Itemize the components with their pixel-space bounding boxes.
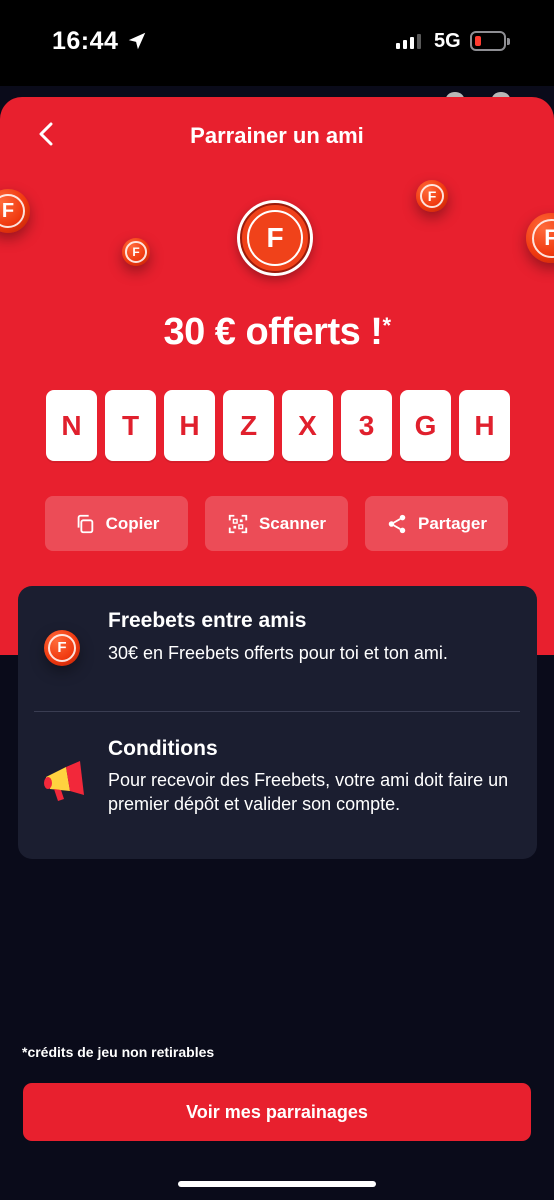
code-character: Z xyxy=(223,390,274,461)
freebets-logo: F xyxy=(237,200,313,276)
decorative-coin-icon: F xyxy=(526,213,554,263)
code-character: T xyxy=(105,390,156,461)
offer-headline: 30 € offerts !* xyxy=(163,311,391,353)
conditions-description: Pour recevoir des Freebets, votre ami do… xyxy=(108,770,509,814)
decorative-coin-icon: F xyxy=(122,238,150,266)
share-button[interactable]: Partager xyxy=(365,496,508,551)
copy-icon xyxy=(77,514,93,533)
decorative-coin-icon: F xyxy=(416,180,448,212)
referral-header: Parrainer un ami F F F F F 30 € offerts … xyxy=(0,97,554,655)
action-buttons: Copier Scanner Partager xyxy=(45,496,508,551)
scan-button-label: Scanner xyxy=(258,513,327,533)
divider xyxy=(34,711,520,712)
code-character: G xyxy=(400,390,451,461)
coin-icon: F xyxy=(44,630,80,666)
page-title: Parrainer un ami xyxy=(190,123,364,148)
network-label: 5G xyxy=(434,30,461,52)
status-bar: 16:44 5G xyxy=(0,0,554,86)
cellular-signal-icon xyxy=(396,33,421,49)
battery-icon xyxy=(470,31,510,51)
scan-button[interactable]: Scanner xyxy=(205,496,348,551)
decorative-coin-icon: F xyxy=(0,189,30,233)
code-character: X xyxy=(282,390,333,461)
location-arrow-icon xyxy=(128,32,146,50)
info-card: F Freebets entre amis 30€ en Freebets of… xyxy=(18,586,537,859)
freebets-title: Freebets entre amis xyxy=(108,609,307,632)
code-character: N xyxy=(46,390,97,461)
home-indicator[interactable] xyxy=(178,1181,376,1187)
copy-button[interactable]: Copier xyxy=(45,496,188,551)
conditions-title: Conditions xyxy=(108,737,218,760)
share-button-label: Partager xyxy=(418,513,487,533)
code-character: H xyxy=(459,390,510,461)
share-icon xyxy=(388,514,406,533)
code-character: 3 xyxy=(341,390,392,461)
megaphone-icon xyxy=(44,761,84,801)
referral-code: N T H Z X 3 G H xyxy=(46,390,510,461)
view-referrals-button[interactable]: Voir mes parrainages xyxy=(23,1083,531,1141)
copy-button-label: Copier xyxy=(105,513,160,533)
status-time: 16:44 xyxy=(52,27,119,55)
footnote: *crédits de jeu non retirables xyxy=(22,1044,215,1060)
freebets-description: 30€ en Freebets offerts pour toi et ton … xyxy=(108,643,448,663)
qr-scan-icon xyxy=(228,514,248,533)
code-character: H xyxy=(164,390,215,461)
